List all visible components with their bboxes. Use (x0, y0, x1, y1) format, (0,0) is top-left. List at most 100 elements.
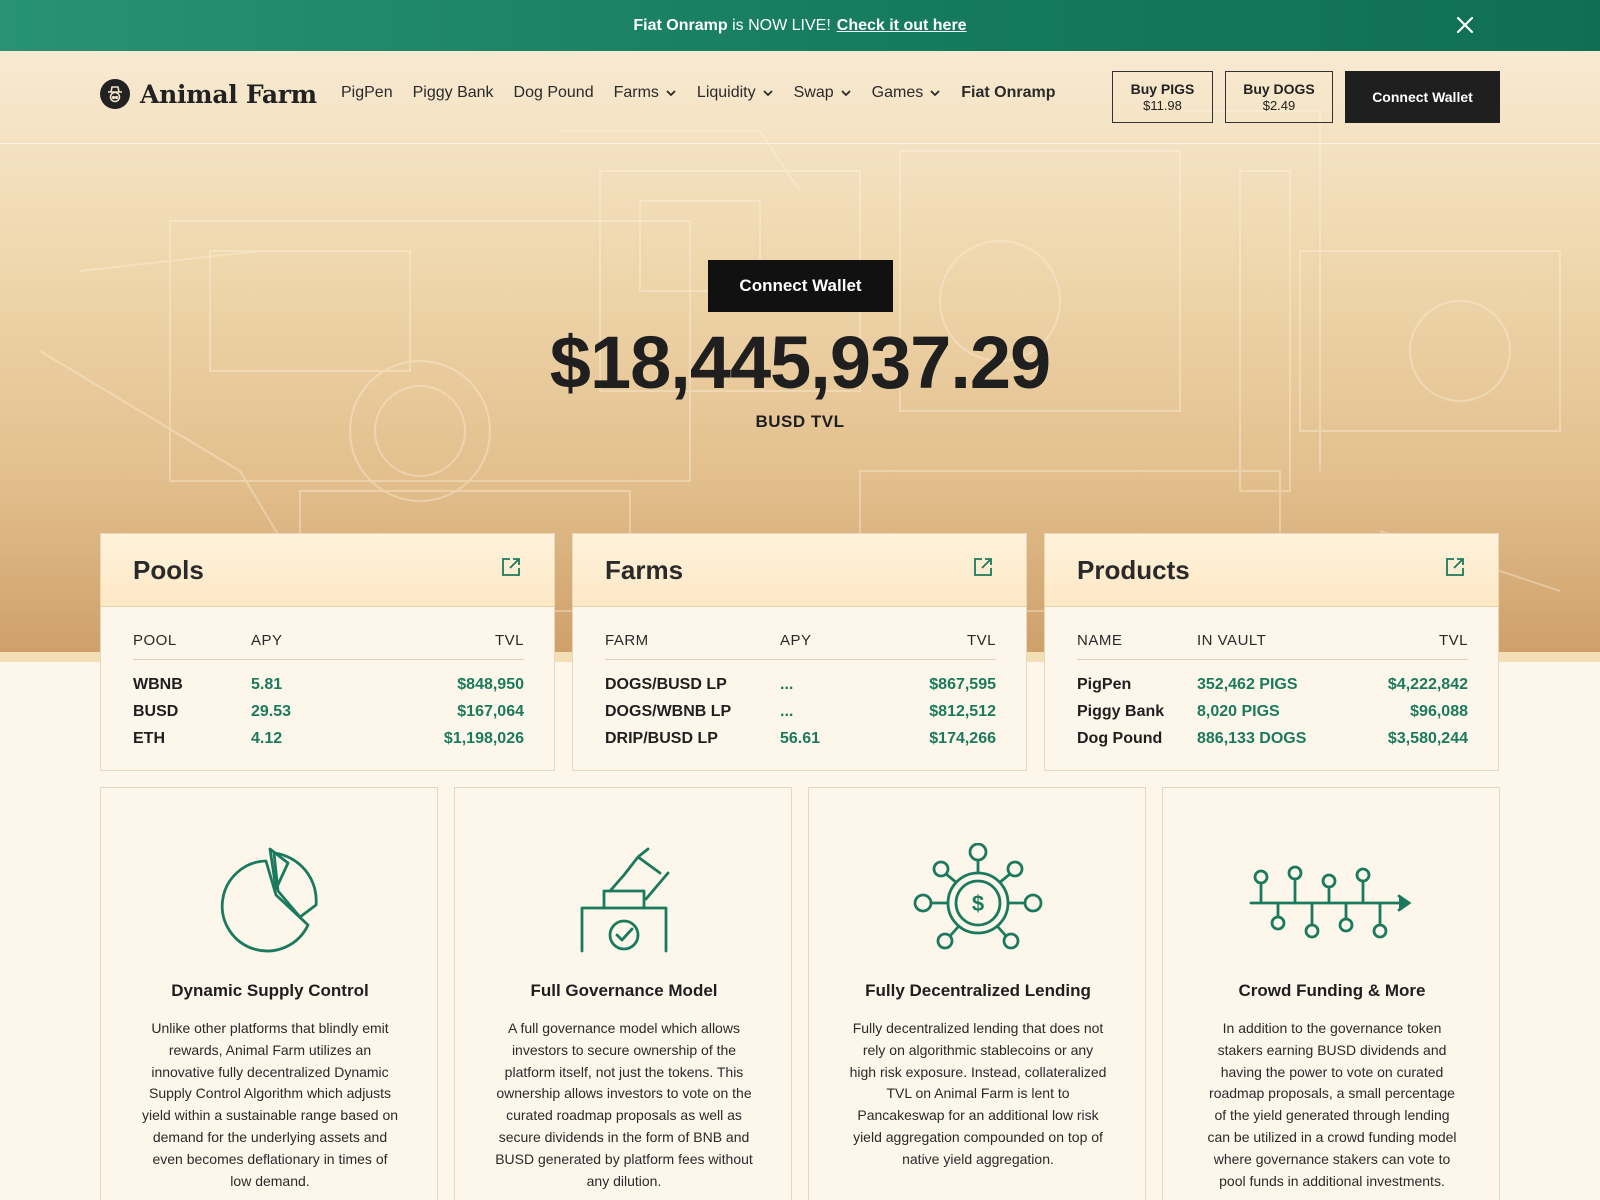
nav-label: Fiat Onramp (961, 84, 1056, 101)
table-header: POOL APY TVL (133, 632, 524, 660)
close-icon[interactable] (1454, 14, 1476, 36)
product-vault: 886,133 DOGS (1197, 729, 1307, 747)
farm-name: DRIP/BUSD LP (605, 729, 718, 747)
product-name: PigPen (1077, 675, 1132, 693)
farm-tvl: $812,512 (929, 702, 996, 720)
table-row[interactable]: BUSD 29.53 $167,064 (133, 698, 524, 725)
farm-apy: ... (780, 702, 794, 720)
table-row[interactable]: DOGS/WBNB LP... $812,512 (605, 698, 996, 725)
pool-tvl: $848,950 (457, 675, 524, 693)
nav-label: PigPen (341, 84, 393, 101)
table-row[interactable]: DRIP/BUSD LP 56.61 $174,266 (605, 725, 996, 752)
column-header: APY (251, 632, 283, 649)
banner-text: is NOW LIVE! (727, 16, 831, 34)
pool-name: ETH (133, 729, 165, 747)
banner-link[interactable]: Check it out here (837, 17, 967, 35)
nav-label: Swap (793, 84, 834, 101)
column-header: TVL (966, 632, 996, 649)
column-header: POOL (133, 632, 177, 649)
farm-tvl: $867,595 (929, 675, 996, 693)
logo-text: Animal Farm (140, 79, 317, 109)
nav-dog-pound[interactable]: Dog Pound (514, 84, 594, 102)
external-link-icon[interactable] (973, 557, 993, 577)
table-row[interactable]: Dog Pound 886,133 DOGS $3,580,244 (1077, 725, 1468, 752)
hero-connect-wallet-button[interactable]: Connect Wallet (708, 260, 893, 312)
feature-description: Unlike other platforms that blindly emit… (141, 1020, 399, 1189)
banner-highlight: Fiat Onramp (633, 16, 728, 34)
table-row[interactable]: Piggy Bank 8,020 PIGS $96,088 (1077, 698, 1468, 725)
nav-swap[interactable]: Swap (794, 84, 852, 102)
nav-label: Farms (613, 84, 659, 101)
column-header: IN VAULT (1197, 632, 1267, 649)
connect-wallet-button[interactable]: Connect Wallet (1345, 71, 1500, 123)
pool-apy: 29.53 (251, 702, 292, 720)
buy-dogs-button[interactable]: Buy DOGS $2.49 (1225, 71, 1333, 123)
product-tvl: $96,088 (1410, 702, 1468, 720)
column-header: TVL (1438, 632, 1468, 649)
table-row[interactable]: ETH 4.12 $1,198,026 (133, 725, 524, 752)
column-header: FARM (605, 632, 649, 649)
products-table: NAME IN VAULT TVL PigPen 352,462 PIGS $4,2… (1077, 632, 1468, 752)
nav-label: Dog Pound (513, 84, 594, 101)
table-row[interactable]: DOGS/BUSD LP... $867,595 (605, 671, 996, 698)
card-header: Pools (101, 534, 554, 607)
pie-chart-icon (220, 847, 318, 953)
external-link-icon[interactable] (1445, 557, 1465, 577)
farm-apy: 56.61 (780, 729, 821, 747)
product-vault: 352,462 PIGS (1197, 675, 1298, 693)
table-row[interactable]: WBNB 5.81 $848,950 (133, 671, 524, 698)
dollar-network-icon: $ (913, 843, 1043, 950)
card-header: Farms (573, 534, 1026, 607)
pools-table: POOL APY TVL WBNB 5.81 $848,950 BUSD 29.53 $… (133, 632, 524, 752)
feature-card: Full Governance Model A full governance … (454, 787, 792, 1200)
chevron-down-icon (930, 90, 940, 97)
ballot-box-icon (580, 847, 670, 953)
column-header: APY (780, 632, 812, 649)
nav-label: Piggy Bank (412, 84, 494, 101)
products-card: Products NAME IN VAULT TVL PigPen 352,462… (1044, 533, 1499, 771)
tvl-label: BUSD TVL (755, 412, 845, 431)
pool-apy: 4.12 (251, 729, 283, 747)
nav-fiat-onramp[interactable]: Fiat Onramp (961, 84, 1055, 102)
feature-card: $ Fully Decentralized Lending Fully dece… (808, 787, 1146, 1200)
nav-games[interactable]: Games (872, 84, 942, 102)
total-value-locked: $18,445,937.29 (549, 321, 1051, 404)
farm-apy: ... (780, 675, 794, 693)
external-link-icon[interactable] (501, 557, 521, 577)
card-title: Pools (133, 555, 204, 585)
feature-description: A full governance model which allows inv… (495, 1020, 753, 1189)
feature-title: Crowd Funding & More (1238, 981, 1426, 1000)
announcement-banner: Fiat Onramp is NOW LIVE! Check it out he… (0, 0, 1600, 51)
farm-name: DOGS/WBNB LP (605, 702, 732, 720)
feature-title: Fully Decentralized Lending (865, 981, 1091, 1000)
nav-label: Games (871, 84, 924, 101)
buy-pigs-label: Buy PIGS (1130, 81, 1195, 97)
pool-name: WBNB (133, 675, 183, 693)
nav-pigpen[interactable]: PigPen (341, 84, 393, 102)
farmer-logo-icon (100, 79, 130, 109)
table-row[interactable]: PigPen 352,462 PIGS $4,222,842 (1077, 671, 1468, 698)
nav-farms[interactable]: Farms (614, 84, 677, 102)
column-header: NAME (1077, 632, 1123, 649)
card-title: Products (1077, 555, 1190, 585)
farms-card: Farms FARM APY TVL DOGS/BUSD LP... $867,5… (572, 533, 1027, 771)
buy-pigs-button[interactable]: Buy PIGS $11.98 (1112, 71, 1213, 123)
feature-card: Dynamic Supply Control Unlike other plat… (100, 787, 438, 1200)
feature-description: Fully decentralized lending that does no… (849, 1020, 1107, 1167)
pool-tvl: $167,064 (457, 702, 524, 720)
svg-text:$: $ (972, 891, 984, 916)
farm-tvl: $174,266 (929, 729, 996, 747)
card-title: Farms (605, 555, 684, 585)
feature-title: Dynamic Supply Control (171, 981, 369, 1000)
product-name: Piggy Bank (1077, 702, 1165, 720)
feature-title: Full Governance Model (530, 981, 718, 1000)
nav-piggy-bank[interactable]: Piggy Bank (413, 84, 494, 102)
product-name: Dog Pound (1077, 729, 1163, 747)
logo[interactable]: Animal Farm (100, 79, 317, 109)
card-header: Products (1045, 534, 1498, 607)
pool-apy: 5.81 (251, 675, 283, 693)
table-header: NAME IN VAULT TVL (1077, 632, 1468, 660)
pool-tvl: $1,198,026 (443, 729, 524, 747)
nav-label: Liquidity (696, 84, 756, 101)
nav-liquidity[interactable]: Liquidity (697, 84, 774, 102)
